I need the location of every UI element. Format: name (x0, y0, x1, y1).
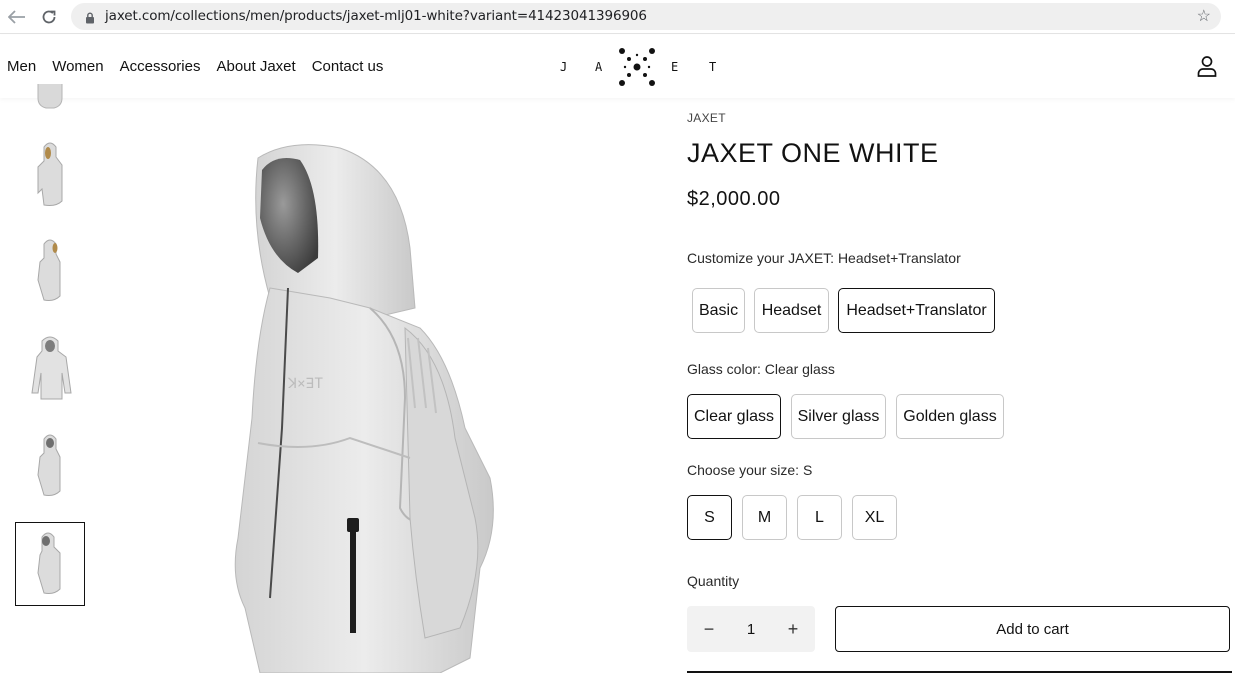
buy-now-button-edge[interactable] (687, 671, 1232, 675)
browser-toolbar: jaxet.com/collections/men/products/jaxet… (0, 0, 1235, 34)
logo-letter-e: E (671, 60, 679, 74)
size-label: Choose your size: S (687, 462, 813, 478)
menu-item-accessories[interactable]: Accessories (120, 58, 201, 75)
jaxet-logo[interactable]: J A E T (560, 47, 720, 87)
quantity-label: Quantity (687, 573, 740, 589)
quantity-increase-button[interactable]: + (785, 619, 801, 640)
product-vendor: JAXET (687, 111, 726, 125)
product-title: JAXET ONE WHITE (687, 138, 939, 168)
menu-item-men[interactable]: Men (7, 58, 36, 75)
logo-x-mark (619, 48, 655, 86)
thumbnail-2[interactable] (15, 132, 85, 216)
svg-text:ꓘ×ꓱT: ꓘ×ꓱT (287, 376, 323, 392)
product-price: $2,000.00 (687, 188, 781, 210)
back-arrow-icon[interactable] (6, 6, 28, 28)
quantity-decrease-button[interactable]: − (701, 619, 717, 640)
product-main-image[interactable]: ꓘ×ꓱT (200, 98, 530, 674)
star-icon[interactable]: ☆ (1197, 6, 1211, 26)
option-size-s[interactable]: S (687, 495, 732, 540)
option-headset-translator[interactable]: Headset+Translator (838, 288, 995, 333)
thumbnail-5[interactable] (15, 424, 85, 508)
thumbnail-4[interactable] (15, 326, 85, 410)
glass-color-label: Glass color: Clear glass (687, 361, 835, 377)
lock-icon (85, 11, 95, 29)
option-clear-glass[interactable]: Clear glass (687, 394, 781, 439)
menu-item-women[interactable]: Women (52, 58, 103, 75)
quantity-stepper: − 1 + (687, 606, 815, 652)
quantity-input[interactable]: 1 (747, 621, 755, 638)
add-to-cart-button[interactable]: Add to cart (835, 606, 1230, 652)
thumbnail-3[interactable] (15, 229, 85, 313)
option-golden-glass[interactable]: Golden glass (896, 394, 1004, 439)
thumbnail-1[interactable] (15, 84, 85, 110)
account-icon[interactable] (1197, 55, 1217, 82)
site-header: Men Women Accessories About Jaxet Contac… (0, 35, 1235, 98)
logo-letter-t: T (709, 60, 717, 74)
logo-letter-j: J (560, 60, 568, 74)
menu-item-contact[interactable]: Contact us (312, 58, 384, 75)
address-bar[interactable]: jaxet.com/collections/men/products/jaxet… (71, 3, 1221, 30)
customize-options: Basic Headset Headset+Translator (692, 288, 995, 333)
size-options: S M L XL (687, 495, 897, 540)
url-text: jaxet.com/collections/men/products/jaxet… (105, 8, 647, 24)
option-size-m[interactable]: M (742, 495, 787, 540)
option-size-xl[interactable]: XL (852, 495, 897, 540)
customize-label: Customize your JAXET: Headset+Translator (687, 250, 961, 266)
reload-icon[interactable] (38, 6, 60, 28)
menu-item-about[interactable]: About Jaxet (216, 58, 295, 75)
option-silver-glass[interactable]: Silver glass (791, 394, 886, 439)
option-headset[interactable]: Headset (754, 288, 829, 333)
main-menu: Men Women Accessories About Jaxet Contac… (7, 58, 383, 75)
logo-letter-a: A (595, 60, 603, 74)
glass-color-options: Clear glass Silver glass Golden glass (687, 394, 1004, 439)
option-basic[interactable]: Basic (692, 288, 745, 333)
thumbnail-6[interactable] (15, 522, 85, 606)
option-size-l[interactable]: L (797, 495, 842, 540)
